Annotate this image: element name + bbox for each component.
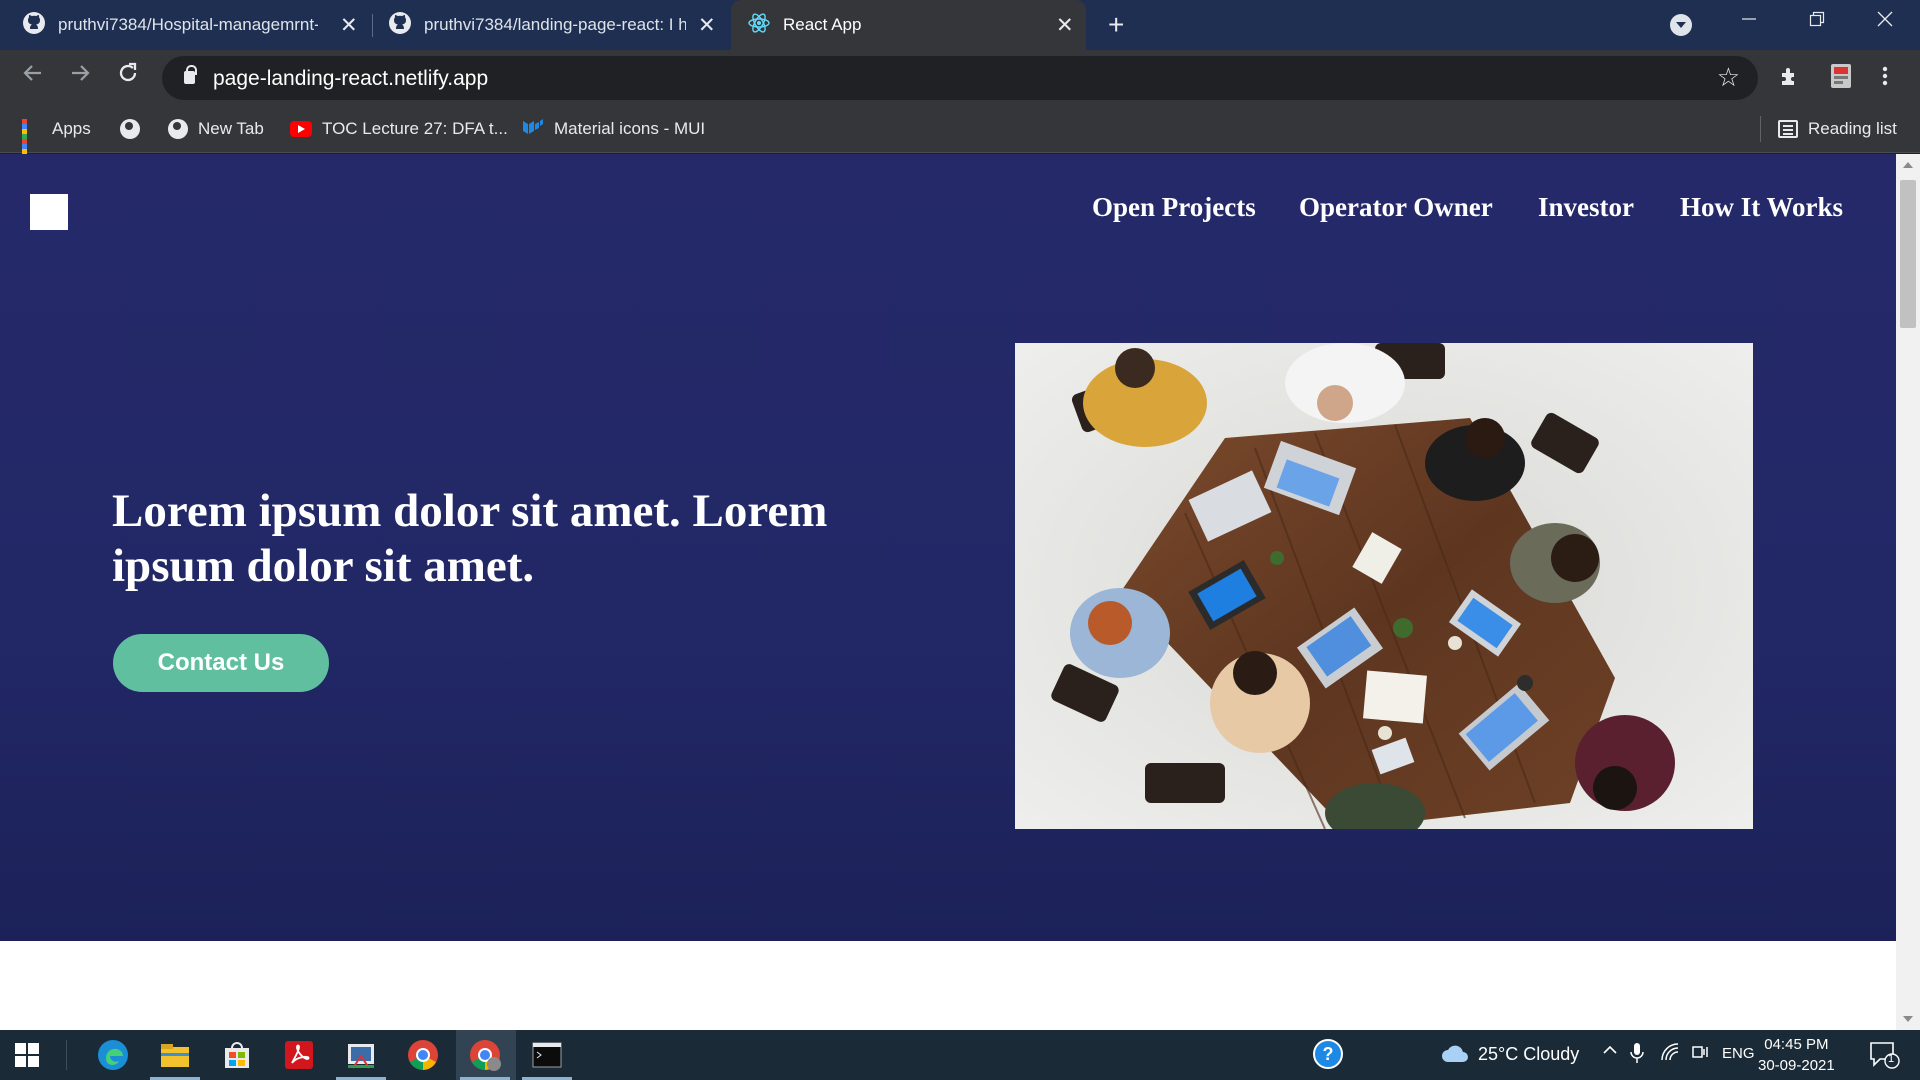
clock-time: 04:45 PM: [1764, 1036, 1829, 1053]
nav-operator-owner[interactable]: Operator Owner: [1299, 192, 1493, 223]
github-icon: [22, 11, 46, 40]
tab-hospital-management[interactable]: pruthvi7384/Hospital-managemrnt- ✕: [22, 0, 362, 50]
reading-list-icon: [1778, 120, 1798, 138]
tab-landing-page-react[interactable]: pruthvi7384/landing-page-react: I h ✕: [388, 0, 718, 50]
acrobat-icon[interactable]: [282, 1038, 316, 1072]
system-clock[interactable]: 04:45 PM 30-09-2021: [1758, 1034, 1835, 1076]
team-meeting-photo: [1015, 343, 1753, 829]
scroll-up-icon[interactable]: [1903, 162, 1913, 168]
wifi-icon[interactable]: [1660, 1042, 1680, 1067]
terminal-icon[interactable]: [530, 1038, 564, 1072]
restore-icon[interactable]: [1808, 10, 1826, 34]
taskbar-divider: [66, 1040, 67, 1070]
bookmark-globe[interactable]: [120, 106, 150, 152]
github-icon: [388, 11, 412, 40]
contact-us-button[interactable]: Contact Us: [113, 634, 329, 692]
bookmarks-bar: Apps New Tab TOC Lecture 27: DFA t... Ma…: [0, 106, 1920, 164]
weather-text[interactable]: 25°C Cloudy: [1478, 1044, 1579, 1065]
nav-how-it-works[interactable]: How It Works: [1680, 192, 1843, 223]
windows-taskbar: ? 25°C Cloudy ENG 04:45 PM 30-09-2021 1: [0, 1030, 1920, 1080]
help-icon[interactable]: ?: [1312, 1038, 1346, 1072]
start-icon[interactable]: [14, 1042, 48, 1076]
tab-title: pruthvi7384/Hospital-managemrnt-: [58, 15, 318, 34]
chrome-icon[interactable]: [406, 1038, 440, 1072]
profile-avatar-icon[interactable]: [1828, 62, 1854, 97]
address-bar[interactable]: page-landing-react.netlify.app ☆: [162, 56, 1758, 100]
minimize-icon[interactable]: [1740, 10, 1758, 34]
bookmark-apps[interactable]: Apps: [22, 106, 91, 164]
bookmark-label: Apps: [52, 119, 91, 138]
bookmark-label: Material icons - MUI: [554, 119, 706, 138]
reload-button[interactable]: [115, 60, 141, 94]
mui-icon: [522, 118, 544, 141]
tab-separator: [372, 14, 373, 37]
close-tab-icon[interactable]: ✕: [698, 13, 716, 38]
svg-text:?: ?: [1323, 1044, 1334, 1064]
close-tab-icon[interactable]: ✕: [340, 13, 358, 38]
bookmark-star-icon[interactable]: ☆: [1717, 62, 1740, 93]
chrome-profile-icon[interactable]: [468, 1038, 502, 1072]
globe-icon: [120, 119, 140, 139]
microphone-icon[interactable]: [1630, 1042, 1644, 1069]
bookmark-toc-lecture[interactable]: TOC Lecture 27: DFA t...: [290, 106, 508, 152]
language-indicator[interactable]: ENG: [1722, 1045, 1755, 1062]
bookmark-material-icons[interactable]: Material icons - MUI: [522, 106, 705, 152]
bookmark-new-tab[interactable]: New Tab: [168, 106, 264, 152]
tab-title: pruthvi7384/landing-page-react: I h: [424, 15, 686, 34]
browser-tab-strip: pruthvi7384/Hospital-managemrnt- ✕ pruth…: [0, 0, 1920, 50]
chrome-menu-icon[interactable]: [1880, 64, 1890, 95]
back-button[interactable]: [20, 60, 46, 94]
bookmarks-divider: [1760, 116, 1761, 142]
forward-button[interactable]: [67, 60, 93, 94]
apps-grid-icon: [22, 119, 42, 164]
edge-icon[interactable]: [96, 1038, 130, 1072]
file-explorer-icon[interactable]: [158, 1038, 192, 1072]
extensions-puzzle-icon[interactable]: [1778, 64, 1802, 95]
volume-icon[interactable]: [1690, 1042, 1710, 1067]
notification-count: 1: [1888, 1053, 1895, 1065]
tab-search-dropdown-icon[interactable]: [1670, 14, 1692, 36]
new-tab-button[interactable]: +: [1108, 10, 1124, 40]
site-logo[interactable]: [30, 194, 68, 230]
page-scrollbar[interactable]: [1896, 154, 1920, 1030]
reading-list-button[interactable]: Reading list: [1778, 106, 1897, 152]
scrollbar-thumb[interactable]: [1900, 180, 1916, 328]
globe-icon: [168, 119, 188, 139]
bookmark-label: TOC Lecture 27: DFA t...: [322, 119, 508, 138]
tab-react-app[interactable]: React App ✕: [731, 0, 1086, 50]
nav-open-projects[interactable]: Open Projects: [1092, 192, 1256, 223]
close-window-icon[interactable]: [1876, 10, 1894, 34]
notifications-icon[interactable]: 1: [1868, 1040, 1902, 1074]
nav-investor[interactable]: Investor: [1538, 192, 1634, 223]
scroll-down-icon[interactable]: [1903, 1016, 1913, 1022]
page-viewport: Open Projects Operator Owner Investor Ho…: [0, 154, 1920, 1030]
hero-headline: Lorem ipsum dolor sit amet. Lorem ipsum …: [112, 485, 828, 592]
lock-icon[interactable]: [184, 65, 197, 84]
hero-section: Open Projects Operator Owner Investor Ho…: [0, 154, 1896, 941]
store-icon[interactable]: [220, 1038, 254, 1072]
chevron-up-icon[interactable]: [1602, 1042, 1618, 1063]
clock-date: 30-09-2021: [1758, 1057, 1835, 1074]
bookmark-label: New Tab: [198, 119, 264, 138]
youtube-icon: [290, 121, 312, 137]
url-text[interactable]: page-landing-react.netlify.app: [213, 67, 488, 91]
close-tab-icon[interactable]: ✕: [1056, 13, 1074, 38]
tab-title: React App: [783, 15, 862, 34]
react-icon: [747, 11, 771, 40]
reading-list-label: Reading list: [1808, 119, 1897, 138]
cloudy-weather-icon[interactable]: [1440, 1042, 1474, 1076]
snipping-tool-icon[interactable]: [344, 1038, 378, 1072]
browser-toolbar: page-landing-react.netlify.app ☆: [0, 50, 1920, 106]
